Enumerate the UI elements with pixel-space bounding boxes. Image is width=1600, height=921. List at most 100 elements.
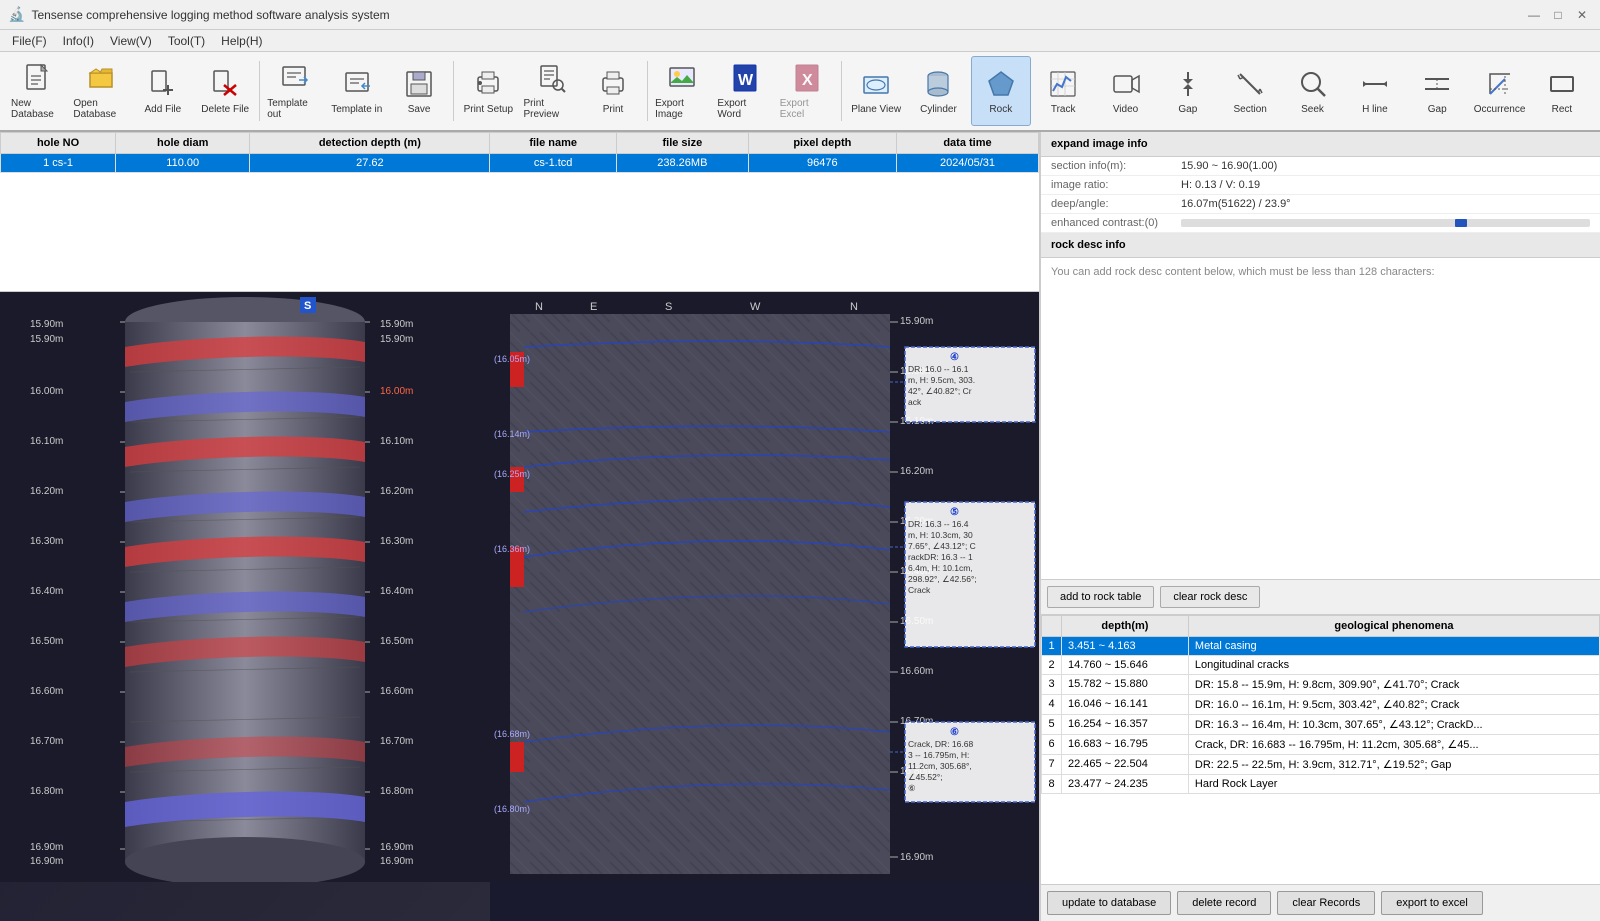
export-to-excel-button[interactable]: export to excel xyxy=(1381,891,1483,915)
menu-help[interactable]: Help(H) xyxy=(213,32,270,50)
rock-table-row[interactable]: 1 3.451 ~ 4.163 Metal casing xyxy=(1042,636,1600,655)
svg-text:W: W xyxy=(750,301,761,313)
open-database-button[interactable]: Open Database xyxy=(70,56,130,126)
rock-table-row[interactable]: 4 16.046 ~ 16.141 DR: 16.0 -- 16.1m, H: … xyxy=(1042,694,1600,714)
svg-text:⑤: ⑤ xyxy=(950,507,959,518)
menu-file[interactable]: File(F) xyxy=(4,32,55,50)
rt-col-phenomena: geological phenomena xyxy=(1188,615,1599,636)
plane-view-icon xyxy=(860,68,892,100)
cell-data-time: 2024/05/31 xyxy=(896,154,1038,173)
col-file-name: file name xyxy=(490,133,617,154)
print-preview-label: Print Preview xyxy=(524,98,578,120)
occurrence-icon xyxy=(1484,68,1516,100)
print-setup-button[interactable]: Print Setup xyxy=(458,56,518,126)
add-file-button[interactable]: Add File xyxy=(133,56,193,126)
gap2-icon xyxy=(1421,68,1453,100)
track-button[interactable]: Track xyxy=(1033,56,1093,126)
svg-text:16.90m: 16.90m xyxy=(380,856,413,867)
file-table[interactable]: hole NO hole diam detection depth (m) fi… xyxy=(0,132,1039,292)
rock-table-row[interactable]: 7 22.465 ~ 22.504 DR: 22.5 -- 22.5m, H: … xyxy=(1042,754,1600,774)
rt-cell-index: 1 xyxy=(1042,636,1062,655)
section-label: Section xyxy=(1234,104,1267,115)
close-button[interactable]: ✕ xyxy=(1572,5,1592,25)
export-word-button[interactable]: W Export Word xyxy=(714,56,774,126)
seek-button[interactable]: Seek xyxy=(1282,56,1342,126)
clear-records-button[interactable]: clear Records xyxy=(1277,891,1375,915)
svg-text:W: W xyxy=(738,72,754,89)
template-out-button[interactable]: Template out xyxy=(264,56,324,126)
svg-text:15.90m: 15.90m xyxy=(900,316,933,327)
occurrence-label: Occurrence xyxy=(1474,104,1526,115)
app-title: Tensense comprehensive logging method so… xyxy=(31,8,1524,22)
svg-text:(16.80m): (16.80m) xyxy=(494,804,530,814)
export-excel-label: Export Excel xyxy=(780,98,834,120)
menu-info[interactable]: Info(I) xyxy=(55,32,102,50)
unroll-view[interactable]: N E S W N xyxy=(490,292,1039,921)
rt-cell-index: 7 xyxy=(1042,754,1062,774)
template-in-button[interactable]: Template in xyxy=(327,56,387,126)
rt-cell-index: 4 xyxy=(1042,694,1062,714)
new-database-icon xyxy=(22,62,54,94)
svg-text:16.30m: 16.30m xyxy=(30,536,63,547)
section-button[interactable]: Section xyxy=(1220,56,1280,126)
svg-text:15.90m: 15.90m xyxy=(380,319,413,330)
title-bar: 🔬 Tensense comprehensive logging method … xyxy=(0,0,1600,30)
svg-text:(16.14m): (16.14m) xyxy=(494,429,530,439)
plane-view-button[interactable]: Plane View xyxy=(846,56,906,126)
print-button[interactable]: Print xyxy=(583,56,643,126)
contrast-slider-track[interactable] xyxy=(1181,219,1590,227)
print-preview-button[interactable]: Print Preview xyxy=(521,56,581,126)
update-to-database-button[interactable]: update to database xyxy=(1047,891,1171,915)
rect-button[interactable]: Rect xyxy=(1532,56,1592,126)
add-to-rock-table-button[interactable]: add to rock table xyxy=(1047,586,1154,608)
video-button[interactable]: Video xyxy=(1095,56,1155,126)
rock-table-row[interactable]: 2 14.760 ~ 15.646 Longitudinal cracks xyxy=(1042,655,1600,674)
save-icon xyxy=(403,68,435,100)
delete-record-button[interactable]: delete record xyxy=(1177,891,1271,915)
save-label: Save xyxy=(408,104,431,115)
maximize-button[interactable]: □ xyxy=(1548,5,1568,25)
rock-table-row[interactable]: 6 16.683 ~ 16.795 Crack, DR: 16.683 -- 1… xyxy=(1042,734,1600,754)
rock-desc-placeholder: You can add rock desc content below, whi… xyxy=(1051,266,1435,278)
svg-text:(16.05m): (16.05m) xyxy=(494,354,530,364)
contrast-slider-thumb[interactable] xyxy=(1455,219,1467,227)
clear-rock-desc-button[interactable]: clear rock desc xyxy=(1160,586,1260,608)
rock-button[interactable]: Rock xyxy=(971,56,1031,126)
export-excel-button[interactable]: X Export Excel xyxy=(777,56,837,126)
cylinder-view[interactable]: S 15.90m 15.90m 16.00m 16.10m 16.20m 16.… xyxy=(0,292,490,921)
rock-table-row[interactable]: 5 16.254 ~ 16.357 DR: 16.3 -- 16.4m, H: … xyxy=(1042,714,1600,734)
save-button[interactable]: Save xyxy=(389,56,449,126)
cell-file-size: 238.26MB xyxy=(616,154,748,173)
svg-text:15.90m: 15.90m xyxy=(380,334,413,345)
rock-table[interactable]: depth(m) geological phenomena 1 3.451 ~ … xyxy=(1041,615,1600,885)
menu-view[interactable]: View(V) xyxy=(102,32,160,50)
template-out-icon xyxy=(278,62,310,94)
menu-tool[interactable]: Tool(T) xyxy=(160,32,213,50)
svg-text:N: N xyxy=(850,301,858,313)
svg-text:16.80m: 16.80m xyxy=(30,786,63,797)
export-image-button[interactable]: Export Image xyxy=(652,56,712,126)
plane-view-label: Plane View xyxy=(851,104,901,115)
new-database-button[interactable]: New Database xyxy=(8,56,68,126)
delete-file-label: Delete File xyxy=(201,104,249,115)
minimize-button[interactable]: — xyxy=(1524,5,1544,25)
window-controls: — □ ✕ xyxy=(1524,5,1592,25)
delete-file-icon xyxy=(209,68,241,100)
table-row[interactable]: 1 cs-1 110.00 27.62 cs-1.tcd 238.26MB 96… xyxy=(1,154,1039,173)
delete-file-button[interactable]: Delete File xyxy=(195,56,255,126)
cylinder-button[interactable]: Cylinder xyxy=(908,56,968,126)
svg-text:16.00m: 16.00m xyxy=(380,386,413,397)
col-hole-no: hole NO xyxy=(1,133,116,154)
gap-button[interactable]: Gap xyxy=(1158,56,1218,126)
svg-text:S: S xyxy=(665,301,672,313)
h-line-button[interactable]: H line xyxy=(1345,56,1405,126)
occurrence-button[interactable]: Occurrence xyxy=(1469,56,1529,126)
rock-table-row[interactable]: 8 23.477 ~ 24.235 Hard Rock Layer xyxy=(1042,774,1600,793)
rock-label: Rock xyxy=(989,104,1012,115)
svg-text:S: S xyxy=(304,300,311,312)
deep-angle-row: deep/angle: 16.07m(51622) / 23.9° xyxy=(1041,195,1600,214)
rock-table-row[interactable]: 3 15.782 ~ 15.880 DR: 15.8 -- 15.9m, H: … xyxy=(1042,674,1600,694)
gap2-button[interactable]: Gap xyxy=(1407,56,1467,126)
print-setup-label: Print Setup xyxy=(464,104,513,115)
bottom-bar: update to database delete record clear R… xyxy=(1041,884,1600,921)
